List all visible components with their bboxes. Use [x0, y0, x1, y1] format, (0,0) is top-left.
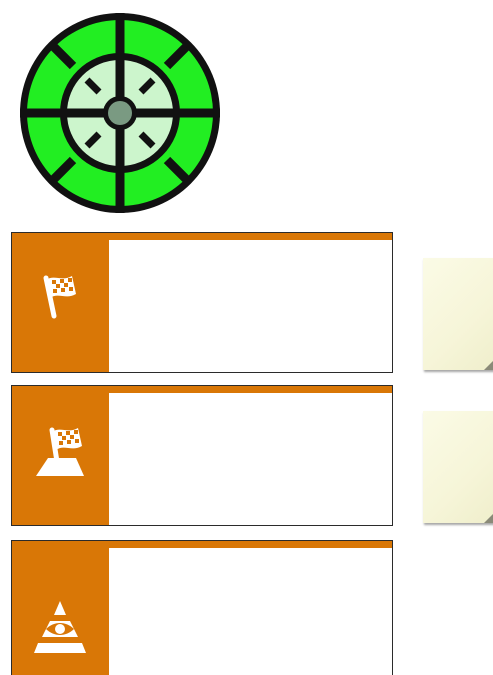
mission-card-2[interactable] — [11, 385, 393, 526]
target-crosshair-icon — [20, 13, 220, 213]
card-top-bar — [12, 386, 392, 393]
card-top-bar — [12, 541, 392, 548]
canvas — [0, 0, 493, 675]
note-fold-corner — [484, 356, 493, 370]
sticky-note-1[interactable] — [423, 258, 493, 370]
flag-on-mound-icon — [36, 427, 84, 476]
sticky-note-2[interactable] — [423, 411, 493, 523]
note-fold-corner — [484, 509, 493, 523]
card-content — [109, 393, 392, 525]
mission-card-1[interactable] — [11, 232, 393, 373]
card-top-bar — [12, 233, 392, 240]
eye-pyramid-icon — [34, 601, 86, 653]
mission-card-3[interactable] — [11, 540, 393, 675]
card-content — [109, 548, 392, 675]
card-content — [109, 240, 392, 372]
checkered-flag-icon — [43, 275, 76, 319]
